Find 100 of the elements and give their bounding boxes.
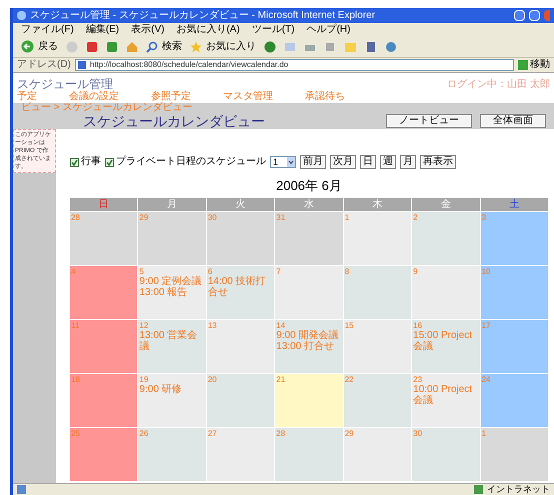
day-cell[interactable]: 8: [344, 266, 412, 319]
menu-item[interactable]: 編集(E): [86, 24, 120, 34]
menu-item[interactable]: お気に入り(A): [176, 24, 240, 34]
weekday-label: 火: [236, 200, 246, 210]
day-cell[interactable]: 26: [138, 428, 206, 481]
day-cell[interactable]: 1: [344, 212, 412, 265]
checkbox[interactable]: [105, 158, 114, 166]
day-cell[interactable]: 31: [275, 212, 343, 265]
menu-item[interactable]: ツール(T): [252, 24, 295, 34]
day-cell[interactable]: 14 9:00 開発会議 13:00 打合せ: [275, 320, 343, 373]
day-number: 8: [344, 267, 350, 276]
weekday-label: 土: [509, 200, 520, 210]
nav-link[interactable]: 承認待ち: [305, 92, 345, 102]
day-number: 26: [139, 429, 148, 438]
event-link[interactable]: 9:00 開発会議: [276, 330, 339, 341]
day-number: 24: [482, 375, 490, 384]
app-title: スケジュール管理: [17, 78, 113, 90]
day-cell[interactable]: 12 13:00 営業会議: [138, 320, 206, 373]
day-cell[interactable]: 29: [138, 212, 206, 265]
event-link[interactable]: 14:00 技術打合せ: [208, 276, 274, 298]
day-number: 6: [208, 267, 212, 276]
day-number: 23: [413, 375, 422, 384]
day-cell[interactable]: 4: [70, 266, 138, 319]
filter-label: 行事: [81, 157, 101, 167]
nav-link[interactable]: 参照予定: [151, 92, 191, 102]
day-cell[interactable]: 6 14:00 技術打合せ: [206, 266, 274, 319]
day-number: 17: [482, 321, 490, 330]
favorites-button[interactable]: お気に入り: [190, 39, 256, 54]
weekday-label: 水: [304, 200, 314, 210]
menu-item[interactable]: ヘルプ(H): [306, 24, 350, 34]
back-button[interactable]: 戻る: [21, 39, 58, 54]
day-cell[interactable]: 23 10:00 Project会議: [412, 374, 480, 427]
event-link[interactable]: 15:00 Project会議: [413, 330, 479, 352]
count-select[interactable]: 1: [270, 156, 296, 168]
day-cell[interactable]: 16 15:00 Project会議: [412, 320, 480, 373]
calendar-nav-button[interactable]: 日: [360, 155, 376, 169]
day-cell[interactable]: 10: [480, 266, 548, 319]
event-link[interactable]: 13:00 打合せ: [276, 341, 334, 352]
day-number: 30: [413, 429, 422, 438]
day-number: 30: [208, 213, 217, 222]
day-number: 21: [276, 375, 286, 384]
nav-link[interactable]: 予定: [17, 92, 37, 102]
day-cell[interactable]: 11: [70, 320, 138, 373]
day-cell[interactable]: 9: [412, 266, 480, 319]
day-cell[interactable]: 1: [480, 428, 548, 481]
day-cell[interactable]: 27: [206, 428, 274, 481]
go-button[interactable]: 移動: [518, 60, 550, 70]
menu-item[interactable]: 表示(V): [131, 24, 164, 34]
day-number: 28: [276, 429, 286, 438]
checkmark-icon: [106, 158, 113, 166]
event-link[interactable]: 13:00 営業会議: [139, 330, 205, 352]
nav-link[interactable]: 会議の設定: [69, 92, 119, 102]
day-number: 28: [71, 213, 80, 222]
day-cell[interactable]: 19 9:00 研修: [138, 374, 206, 427]
event-link[interactable]: 13:00 報告: [139, 287, 188, 298]
day-cell[interactable]: 17: [480, 320, 548, 373]
calendar-nav-button[interactable]: 次月: [330, 155, 356, 169]
search-button[interactable]: 検索: [146, 39, 182, 54]
login-user: ログイン中：山田 太郎: [447, 80, 550, 90]
day-cell[interactable]: 21: [275, 374, 343, 427]
filter-label: プライベート日程のスケジュール: [116, 157, 266, 167]
zone-indicator: イントラネット: [474, 485, 550, 494]
day-cell[interactable]: 29: [344, 428, 412, 481]
day-cell[interactable]: 28: [70, 212, 138, 265]
day-cell[interactable]: 15: [344, 320, 412, 373]
day-cell[interactable]: 13: [206, 320, 274, 373]
day-cell[interactable]: 18: [70, 374, 138, 427]
header-button[interactable]: ノートビュー: [386, 114, 472, 128]
checkbox[interactable]: [70, 158, 79, 166]
day-cell[interactable]: 25: [70, 428, 138, 481]
day-cell[interactable]: 30: [206, 212, 274, 265]
event-link[interactable]: 9:00 定例会議: [139, 276, 202, 287]
calendar-nav-button[interactable]: 再表示: [420, 155, 456, 169]
checkmark-icon: [71, 158, 78, 166]
day-cell[interactable]: 3: [480, 212, 548, 265]
menu-item[interactable]: ファイル(F): [21, 24, 74, 34]
star-icon: [190, 40, 202, 52]
day-cell[interactable]: 22: [344, 374, 412, 427]
event-link[interactable]: 10:00 Project会議: [413, 384, 479, 406]
day-number: 31: [276, 213, 286, 222]
day-cell[interactable]: 28: [275, 428, 343, 481]
day-cell[interactable]: 7: [275, 266, 343, 319]
nav-link[interactable]: マスタ管理: [223, 92, 273, 102]
header-button[interactable]: 全体画面: [480, 114, 546, 128]
calendar-nav-button[interactable]: 週: [380, 155, 396, 169]
month-label: 2006年 6月: [275, 179, 343, 192]
day-cell[interactable]: 30: [412, 428, 480, 481]
day-cell[interactable]: 5 9:00 定例会議 13:00 報告: [138, 266, 206, 319]
search-icon: [146, 40, 158, 52]
calendar-nav-button[interactable]: 月: [400, 155, 416, 169]
day-cell[interactable]: 20: [206, 374, 274, 427]
calendar-nav-button[interactable]: 前月: [300, 155, 326, 169]
weekday-label: 月: [167, 200, 178, 210]
day-number: 1: [482, 429, 486, 438]
home-icon[interactable]: [126, 40, 138, 52]
address-field[interactable]: http://localhost:8080/schedule/calendar/viewcalendar.do: [74, 59, 514, 71]
day-cell[interactable]: 2: [412, 212, 480, 265]
day-cell[interactable]: 24: [480, 374, 548, 427]
breadcrumb-link[interactable]: ビュー > スケジュールカレンダビュー: [21, 103, 192, 113]
event-link[interactable]: 9:00 研修: [139, 384, 182, 395]
